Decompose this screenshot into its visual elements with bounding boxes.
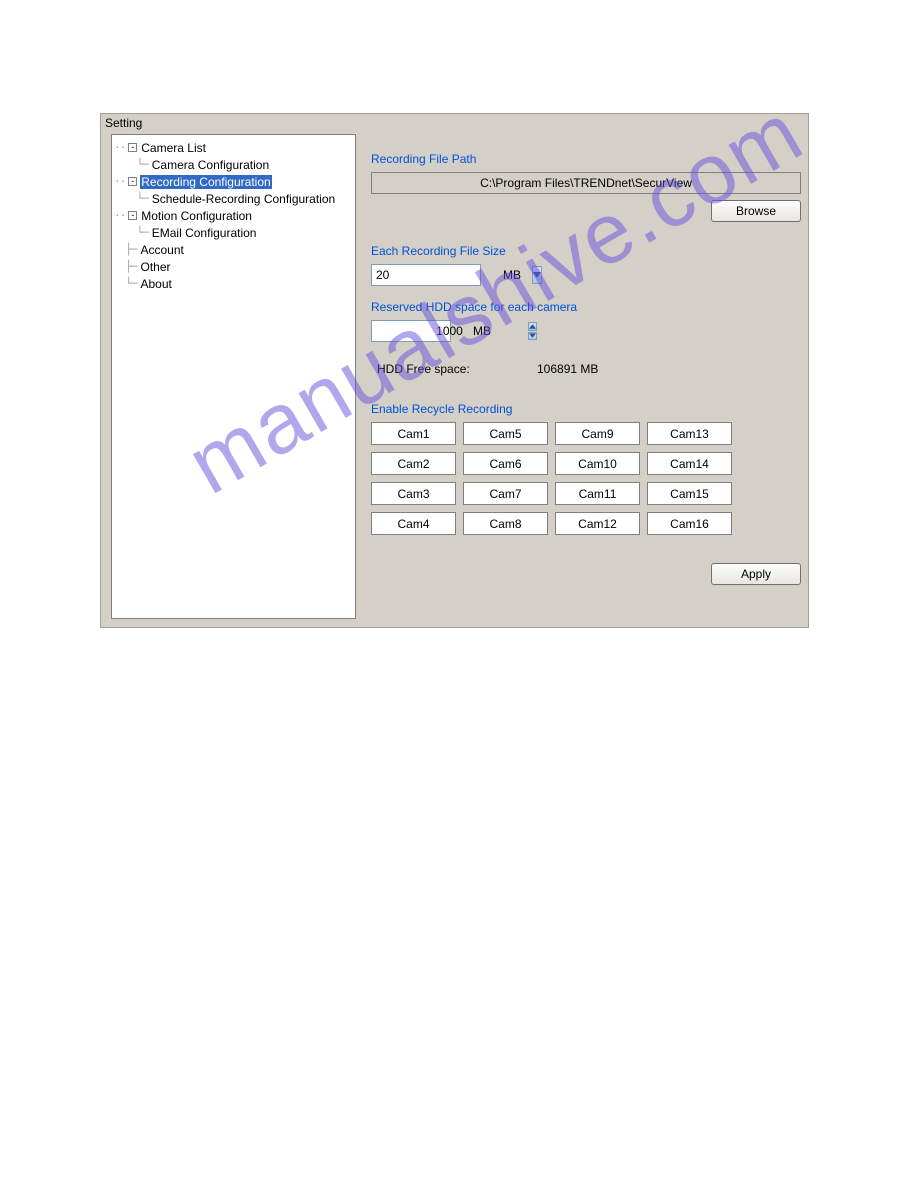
label-reserved-hdd: Reserved HDD space for each camera [371, 300, 801, 314]
cam15-button[interactable]: Cam15 [647, 482, 732, 505]
unit-mb: MB [473, 324, 491, 338]
file-size-combo[interactable] [371, 264, 481, 286]
cam10-button[interactable]: Cam10 [555, 452, 640, 475]
cam6-button[interactable]: Cam6 [463, 452, 548, 475]
tree-item-motion-config[interactable]: ·· - Motion Configuration [114, 207, 353, 224]
cam9-button[interactable]: Cam9 [555, 422, 640, 445]
collapse-icon[interactable]: - [128, 211, 137, 220]
chevron-down-icon[interactable] [528, 332, 537, 341]
label-recording-file-path: Recording File Path [371, 152, 801, 166]
tree-item-schedule-recording[interactable]: └─ Schedule-Recording Configuration [114, 190, 353, 207]
apply-button[interactable]: Apply [711, 563, 801, 585]
cam5-button[interactable]: Cam5 [463, 422, 548, 445]
tree-item-email-config[interactable]: └─ EMail Configuration [114, 224, 353, 241]
collapse-icon[interactable]: - [128, 143, 137, 152]
cam7-button[interactable]: Cam7 [463, 482, 548, 505]
label-enable-recycle: Enable Recycle Recording [371, 402, 801, 416]
collapse-icon[interactable]: - [128, 177, 137, 186]
unit-mb: MB [503, 268, 521, 282]
label-hdd-free: HDD Free space: [377, 362, 537, 376]
file-path-display: C:\Program Files\TRENDnet\SecurView [371, 172, 801, 194]
tree-item-camera-config[interactable]: └─ Camera Configuration [114, 156, 353, 173]
cam3-button[interactable]: Cam3 [371, 482, 456, 505]
cam12-button[interactable]: Cam12 [555, 512, 640, 535]
settings-panel: Setting ·· - Camera List └─ Camera Confi… [100, 113, 809, 628]
tree-item-recording-config[interactable]: ·· - Recording Configuration [114, 173, 353, 190]
tree-item-account[interactable]: ├─ Account [114, 241, 353, 258]
reserved-space-spinner[interactable] [371, 320, 451, 342]
cam16-button[interactable]: Cam16 [647, 512, 732, 535]
value-hdd-free: 106891 MB [537, 362, 598, 376]
cam14-button[interactable]: Cam14 [647, 452, 732, 475]
tree-item-camera-list[interactable]: ·· - Camera List [114, 139, 353, 156]
cam8-button[interactable]: Cam8 [463, 512, 548, 535]
cam1-button[interactable]: Cam1 [371, 422, 456, 445]
tree-item-other[interactable]: ├─ Other [114, 258, 353, 275]
tree-item-about[interactable]: └─ About [114, 275, 353, 292]
browse-button[interactable]: Browse [711, 200, 801, 222]
chevron-up-icon[interactable] [528, 322, 537, 331]
nav-tree[interactable]: ·· - Camera List └─ Camera Configuration… [111, 134, 356, 619]
cam13-button[interactable]: Cam13 [647, 422, 732, 445]
cam4-button[interactable]: Cam4 [371, 512, 456, 535]
panel-title: Setting [101, 114, 808, 132]
label-each-file-size: Each Recording File Size [371, 244, 801, 258]
camera-grid: Cam1 Cam2 Cam3 Cam4 Cam5 Cam6 Cam7 Cam8 … [371, 422, 801, 535]
reserved-space-input[interactable] [372, 321, 527, 341]
content-area: Recording File Path C:\Program Files\TRE… [371, 134, 801, 619]
cam2-button[interactable]: Cam2 [371, 452, 456, 475]
cam11-button[interactable]: Cam11 [555, 482, 640, 505]
chevron-down-icon[interactable] [532, 266, 542, 284]
